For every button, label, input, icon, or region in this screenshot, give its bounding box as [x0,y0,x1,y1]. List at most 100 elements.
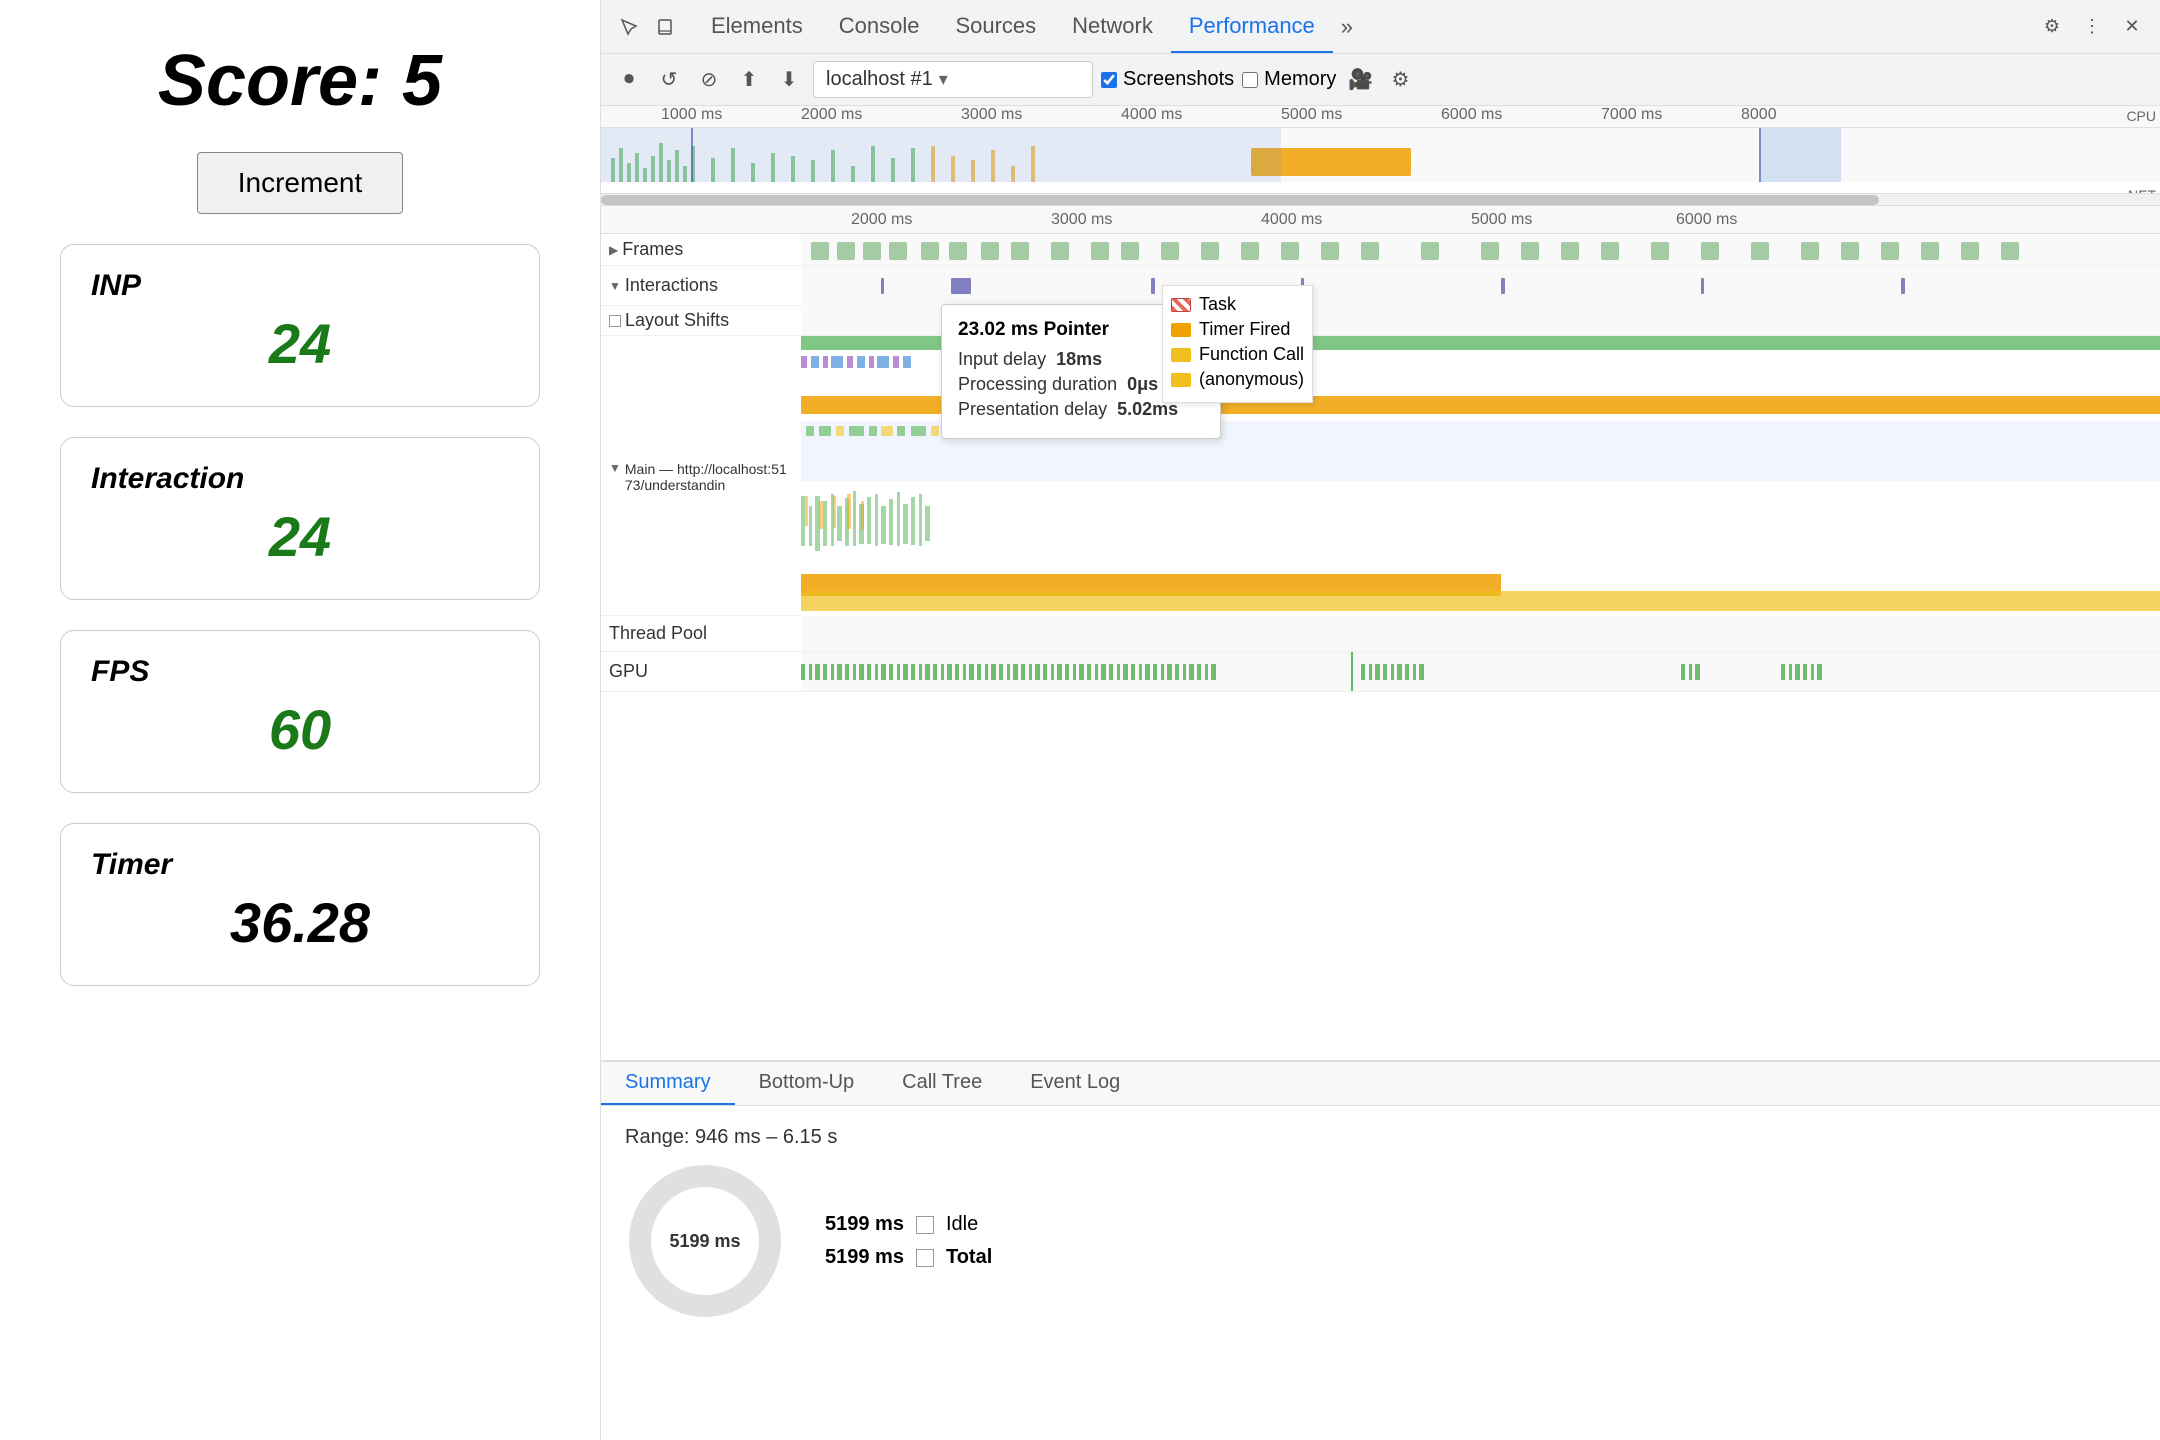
interaction-tooltip: 23.02 ms Pointer Input delay 18ms Proces… [941,304,1221,439]
legend-idle: 5199 ms Idle [825,1213,992,1236]
interactions-label[interactable]: ▼ Interactions [601,271,801,300]
devtools-tabs: Elements Console Sources Network Perform… [693,0,2036,53]
devtools-panel: Elements Console Sources Network Perform… [600,0,2160,1440]
devtools-right-icons: ⚙ ⋮ ✕ [2036,11,2148,43]
thread-pool-label[interactable]: Thread Pool [601,619,801,648]
legend-timer-label: Timer Fired [1199,319,1290,340]
memory-check[interactable] [1242,72,1258,88]
ruler2-3000: 3000 ms [1051,211,1112,229]
frames-track: ▶ Frames [601,234,2160,266]
legend-function: Function Call [1171,344,1304,365]
gpu-text: GPU [609,661,648,682]
reload-button[interactable]: ↺ [653,64,685,96]
screenshots-check[interactable] [1101,72,1117,88]
increment-button[interactable]: Increment [197,152,404,214]
task-legend: Task Timer Fired Function Call (ano [1162,285,1313,403]
frames-text: Frames [622,239,683,260]
ruler-2000: 2000 ms [801,106,862,124]
legend-timer: Timer Fired [1171,319,1304,340]
interaction-card: Interaction 24 [60,437,540,600]
tab-network[interactable]: Network [1054,0,1171,53]
idle-label: Idle [946,1213,978,1236]
screenshots-checkbox[interactable]: Screenshots [1101,68,1234,91]
tab-console[interactable]: Console [821,0,938,53]
perf-settings-button[interactable]: ⚙ [1384,64,1416,96]
total-ms: 5199 ms [825,1246,904,1269]
tab-call-tree[interactable]: Call Tree [878,1062,1006,1105]
legend-task-label: Task [1199,294,1236,315]
capture-button[interactable]: 🎥 [1344,64,1376,96]
close-icon[interactable]: ✕ [2116,11,2148,43]
toolbar-row: ⏺ ↺ ⊘ ⬆ ⬇ localhost #1 ▾ Screenshots Mem… [601,54,2160,106]
range-text: Range: 946 ms – 6.15 s [625,1126,2136,1149]
frames-arrow: ▶ [609,243,618,257]
gpu-track: GPU [601,652,2160,692]
tab-elements[interactable]: Elements [693,0,821,53]
fps-value: 60 [91,697,509,762]
tab-bottom-up[interactable]: Bottom-Up [735,1062,879,1105]
tab-more[interactable]: » [1333,0,1361,53]
legend-total: 5199 ms Total [825,1246,992,1269]
summary-legend: 5199 ms Idle 5199 ms Total [825,1213,992,1269]
summary-row: 5199 ms 5199 ms Idle 5199 ms Total [625,1161,2136,1321]
total-swatch [916,1249,934,1267]
frames-label[interactable]: ▶ Frames [601,235,801,264]
memory-checkbox[interactable]: Memory [1242,68,1336,91]
ruler-6000: 6000 ms [1441,106,1502,124]
memory-label: Memory [1264,68,1336,91]
ruler2-2000: 2000 ms [851,211,912,229]
ruler2-6000: 6000 ms [1676,211,1737,229]
upload-button[interactable]: ⬆ [733,64,765,96]
tab-performance[interactable]: Performance [1171,0,1333,53]
ruler-7000: 7000 ms [1601,106,1662,124]
tab-event-log[interactable]: Event Log [1006,1062,1144,1105]
clear-button[interactable]: ⊘ [693,64,725,96]
legend-task: Task [1171,294,1304,315]
cpu-label-overview: CPU [2126,108,2156,124]
bottom-content: Range: 946 ms – 6.15 s 5199 ms 5199 ms I… [601,1106,2160,1440]
inp-card: INP 24 [60,244,540,407]
idle-ms: 5199 ms [825,1213,904,1236]
interactions-text: Interactions [625,275,718,296]
device-icon[interactable] [649,11,681,43]
ruler-8000: 8000 [1741,106,1777,124]
interaction-value: 24 [91,504,509,569]
legend-anonymous: (anonymous) [1171,369,1304,390]
main-label[interactable]: ▼ Main — http://localhost:5173/understan… [601,455,801,497]
url-dropdown-icon[interactable]: ▾ [939,69,948,90]
devtools-header: Elements Console Sources Network Perform… [601,0,2160,54]
thread-pool-content [801,616,2160,651]
ruler2-4000: 4000 ms [1261,211,1322,229]
inp-label: INP [91,269,509,303]
layout-shifts-label[interactable]: Layout Shifts [601,306,801,335]
legend-timer-color [1171,323,1191,337]
timer-value: 36.28 [91,890,509,955]
svg-text:5199 ms: 5199 ms [669,1231,740,1251]
download-button[interactable]: ⬇ [773,64,805,96]
donut-chart: 5199 ms [625,1161,785,1321]
score-title: Score: 5 [158,40,442,122]
timeline-overview[interactable]: 1000 ms 2000 ms 3000 ms 4000 ms 5000 ms … [601,106,2160,206]
frames-content [801,234,2160,265]
ruler-1000: 1000 ms [661,106,722,124]
legend-function-color [1171,348,1191,362]
gpu-label[interactable]: GPU [601,657,801,686]
ruler-5000: 5000 ms [1281,106,1342,124]
ruler2-5000: 5000 ms [1471,211,1532,229]
settings-icon[interactable]: ⚙ [2036,11,2068,43]
more-icon[interactable]: ⋮ [2076,11,2108,43]
tab-sources[interactable]: Sources [937,0,1054,53]
legend-anon-label: (anonymous) [1199,369,1304,390]
url-text: localhost #1 [826,68,933,91]
legend-function-label: Function Call [1199,344,1304,365]
record-button[interactable]: ⏺ [613,64,645,96]
screenshots-label: Screenshots [1123,68,1234,91]
legend-task-color [1171,298,1191,312]
main-text: Main — http://localhost:5173/understandi… [625,461,793,493]
tab-summary[interactable]: Summary [601,1062,735,1105]
timer-label: Timer [91,848,509,882]
interactions-track: ▼ Interactions 23.02 [601,266,2160,306]
timeline-main[interactable]: 2000 ms 3000 ms 4000 ms 5000 ms 6000 ms … [601,206,2160,1060]
layout-shifts-track: Layout Shifts [601,306,2160,336]
inspect-icon[interactable] [613,11,645,43]
